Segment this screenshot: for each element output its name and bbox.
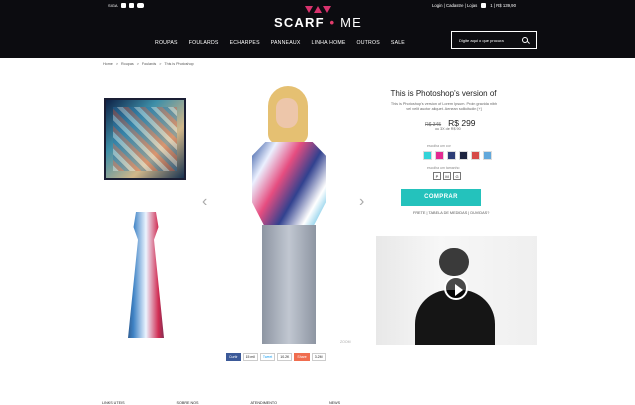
facebook-icon[interactable]: [120, 3, 126, 8]
search-input[interactable]: Digite aqui o que procura: [451, 31, 537, 49]
nav-sale[interactable]: SALE: [391, 40, 405, 46]
product-title: This is Photoshop's version of: [390, 89, 497, 98]
color-swatch[interactable]: [483, 151, 492, 160]
account-links[interactable]: Login | Cadastre | Lojas: [432, 3, 477, 8]
footer-sobre-nos[interactable]: SOBRE NOS: [177, 401, 199, 405]
nav-panneaux[interactable]: PANNEAUX: [271, 40, 301, 46]
youtube-icon[interactable]: [136, 3, 144, 8]
search-placeholder: Digite aqui o que procura: [459, 38, 504, 43]
tweet-count: 10.2K: [277, 353, 293, 361]
size-label: escolha um tamanho: [427, 166, 460, 170]
footer-links-uteis[interactable]: LINKS UTEIS: [102, 401, 125, 405]
next-arrow-icon[interactable]: ›: [359, 193, 364, 211]
logo[interactable]: SCARF • ME: [272, 6, 364, 30]
color-swatch[interactable]: [459, 151, 468, 160]
instagram-icon[interactable]: [128, 3, 134, 8]
color-swatch[interactable]: [447, 151, 456, 160]
size-m-button[interactable]: M: [443, 172, 451, 180]
size-options: P M G: [433, 172, 461, 180]
nav-outros[interactable]: OUTROS: [357, 40, 380, 46]
product-video[interactable]: [376, 236, 537, 345]
logo-mark: [272, 6, 364, 13]
search-icon[interactable]: [522, 37, 528, 43]
share-count: 3.2M: [311, 353, 326, 361]
main-product-image[interactable]: [220, 82, 355, 348]
scarf-thumbnail[interactable]: [104, 98, 186, 180]
breadcrumb-current: This is Photoshop: [164, 62, 194, 66]
nav-roupas[interactable]: ROUPAS: [155, 40, 178, 46]
main-navigation: ROUPAS FOULARDS ECHARPES PANNEAUX LINHA …: [155, 40, 405, 46]
breadcrumb-home[interactable]: Home: [103, 62, 113, 66]
breadcrumb-separator: >: [136, 62, 139, 66]
breadcrumb-roupas[interactable]: Roupas: [121, 62, 134, 66]
breadcrumb-foulards[interactable]: Foulards: [142, 62, 156, 66]
previous-arrow-icon[interactable]: ‹: [202, 193, 207, 211]
dress-thumbnail[interactable]: [116, 212, 176, 340]
size-g-button[interactable]: G: [453, 172, 461, 180]
account-cart: Login | Cadastre | Lojas 1 | R$ 139,90: [432, 3, 516, 8]
footer-news[interactable]: NEWS: [329, 401, 340, 405]
top-header: SIGA Login | Cadastre | Lojas 1 | R$ 139…: [0, 0, 635, 58]
footer-headings: LINKS UTEIS SOBRE NOS ATENDIMENTO NEWS: [102, 401, 340, 405]
zoom-label[interactable]: ZOOM: [340, 340, 351, 344]
logo-text: SCARF • ME: [273, 15, 363, 30]
tweet-button[interactable]: Tweet: [259, 353, 276, 361]
installments-text: ou 3X de R$ 90: [435, 127, 461, 131]
buy-button[interactable]: COMPRAR: [401, 189, 481, 206]
social-label: SIGA: [108, 3, 118, 8]
footer-atendimento[interactable]: ATENDIMENTO: [250, 401, 277, 405]
facebook-count: 15 mil: [242, 353, 258, 361]
color-swatch[interactable]: [435, 151, 444, 160]
cart-summary[interactable]: 1 | R$ 139,90: [490, 3, 516, 8]
facebook-like-button[interactable]: Curtir: [226, 353, 241, 361]
play-icon[interactable]: [444, 276, 468, 300]
breadcrumb-separator: >: [115, 62, 118, 66]
color-swatches: [423, 151, 492, 160]
size-p-button[interactable]: P: [433, 172, 441, 180]
nav-foulards[interactable]: FOULARDS: [189, 40, 219, 46]
breadcrumb: Home > Roupas > Foulards > This is Photo…: [103, 62, 194, 66]
nav-linha-home[interactable]: LINHA HOME: [312, 40, 346, 46]
share-bar: Curtir 15 mil Tweet 10.2K Share 3.2M: [226, 353, 326, 361]
breadcrumb-separator: >: [159, 62, 162, 66]
social-links: SIGA: [108, 3, 144, 8]
share-button[interactable]: Share: [294, 353, 310, 361]
product-description: This is Photoshop's version of Lorem Ips…: [390, 102, 498, 111]
cart-icon[interactable]: [481, 3, 487, 8]
product-help-links[interactable]: FRETE | TABELA DE MEDIDAS | DUVIDAS?: [413, 211, 489, 215]
color-label: escolha um cor: [427, 144, 451, 148]
color-swatch[interactable]: [423, 151, 432, 160]
color-swatch[interactable]: [471, 151, 480, 160]
nav-echarpes[interactable]: ECHARPES: [230, 40, 260, 46]
